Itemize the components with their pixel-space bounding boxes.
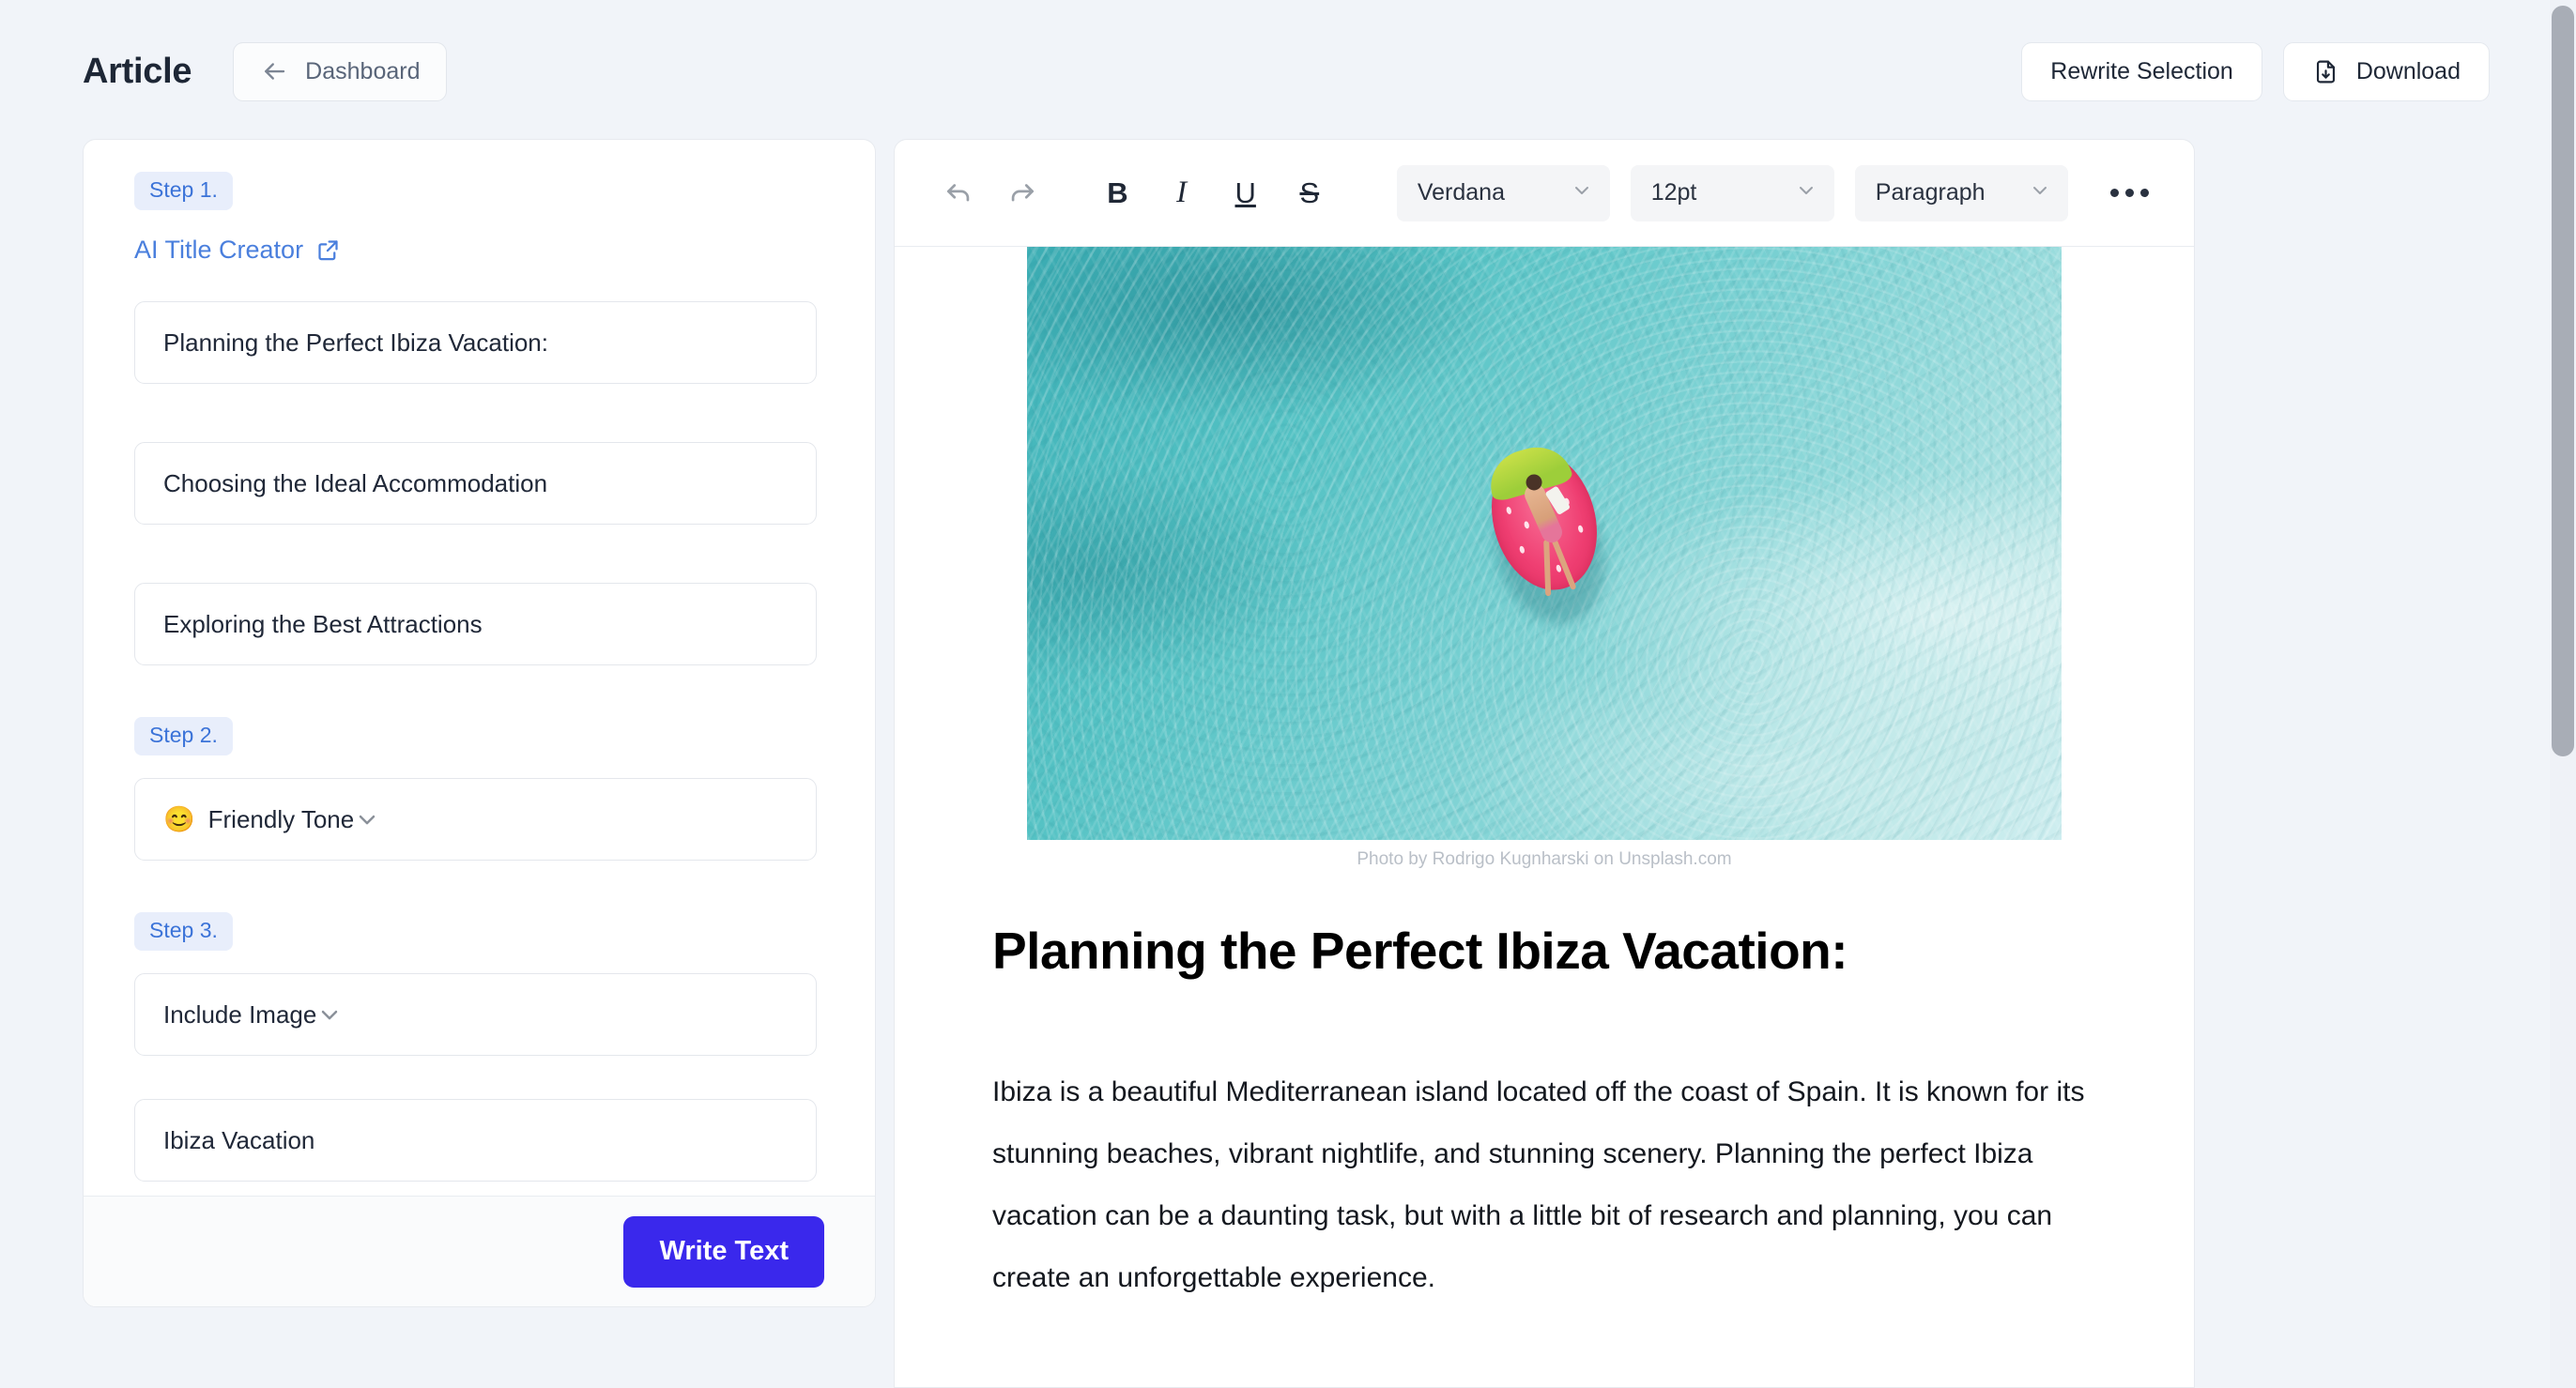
ai-title-creator-label: AI Title Creator [134, 236, 304, 264]
article-heading: Planning the Perfect Ibiza Vacation: [992, 922, 1848, 980]
back-to-dashboard-button[interactable]: Dashboard [233, 41, 448, 101]
page-scrollbar-thumb[interactable] [2552, 6, 2574, 756]
step-2-badge: Step 2. [134, 717, 233, 755]
chevron-down-icon [1552, 178, 1593, 207]
article-body: Planning the Perfect Ibiza Vacation: Ibi… [895, 921, 2194, 1309]
document-download-icon [2312, 58, 2339, 85]
write-text-button[interactable]: Write Text [623, 1215, 824, 1288]
app-header: Article Dashboard Rewrite Selection Down… [0, 0, 2550, 143]
arrow-left-icon [260, 57, 288, 85]
strikethrough-button[interactable]: S [1281, 164, 1338, 222]
page-scrollbar[interactable] [2550, 0, 2576, 1388]
redo-button[interactable] [994, 164, 1050, 222]
include-image-select[interactable]: Include Image [134, 973, 817, 1056]
include-image-select-value: Include Image [163, 999, 317, 1029]
download-button[interactable]: Download [2282, 41, 2490, 101]
step-3-badge: Step 3. [134, 912, 233, 951]
hero-figure: Photo by Rodrigo Kugnharski on Unsplash.… [895, 247, 2194, 870]
italic-button[interactable]: I [1153, 164, 1209, 222]
hero-image [1027, 247, 2062, 840]
document-canvas[interactable]: Photo by Rodrigo Kugnharski on Unsplash.… [895, 247, 2194, 1387]
download-button-label: Download [2355, 57, 2461, 84]
more-options-button[interactable] [2102, 164, 2158, 222]
header-actions: Rewrite Selection Download [2021, 41, 2490, 101]
undo-button[interactable] [930, 164, 987, 222]
article-paragraph: Ibiza is a beautiful Mediterranean islan… [992, 1076, 2085, 1293]
tone-select-value: Friendly Tone [207, 804, 355, 833]
tone-select[interactable]: 😊 Friendly Tone [134, 778, 817, 861]
chevron-down-icon [1776, 178, 1817, 207]
ellipsis-icon [2110, 189, 2150, 197]
editor-toolbar: B I U S Verdana 12pt Paragraph [895, 140, 2194, 247]
watermelon-float [1476, 436, 1621, 637]
underline-button[interactable]: U [1218, 164, 1274, 222]
chevron-down-icon [316, 1001, 343, 1028]
title-input-3[interactable]: Exploring the Best Attractions [134, 583, 817, 665]
chevron-down-icon [2010, 178, 2051, 207]
title-input-1[interactable]: Planning the Perfect Ibiza Vacation: [134, 301, 817, 384]
rewrite-selection-label: Rewrite Selection [2050, 57, 2233, 84]
smiling-face-icon: 😊 [163, 804, 195, 833]
steps-panel-scroll[interactable]: Step 1. AI Title Creator Planning the Pe… [84, 140, 875, 1306]
ai-title-creator-link[interactable]: AI Title Creator [134, 236, 341, 265]
page-title: Article [83, 51, 192, 91]
title-input-2-value: Choosing the Ideal Accommodation [163, 468, 548, 497]
keyword-input[interactable]: Ibiza Vacation [134, 1099, 817, 1182]
step-1-badge: Step 1. [134, 172, 233, 210]
steps-panel-footer: Write Text [84, 1196, 875, 1306]
redo-icon [1006, 177, 1038, 209]
undo-icon [943, 177, 974, 209]
title-input-2[interactable]: Choosing the Ideal Accommodation [134, 442, 817, 525]
font-size-select[interactable]: 12pt [1630, 164, 1834, 221]
editor-panel: B I U S Verdana 12pt Paragraph Photo by … [894, 139, 2195, 1388]
font-size-value: 12pt [1650, 179, 1697, 206]
title-input-1-value: Planning the Perfect Ibiza Vacation: [163, 328, 548, 357]
block-format-select[interactable]: Paragraph [1854, 164, 2068, 221]
chevron-down-icon [354, 806, 380, 832]
font-family-value: Verdana [1417, 179, 1505, 206]
keyword-input-value: Ibiza Vacation [163, 1125, 315, 1154]
dashboard-button-label: Dashboard [305, 57, 421, 84]
block-format-value: Paragraph [1875, 179, 1986, 206]
external-link-icon [315, 237, 341, 263]
title-input-3-value: Exploring the Best Attractions [163, 609, 483, 638]
rewrite-selection-button[interactable]: Rewrite Selection [2021, 41, 2262, 101]
steps-panel-body: Step 1. AI Title Creator Planning the Pe… [84, 140, 875, 1182]
bold-button[interactable]: B [1089, 164, 1145, 222]
steps-panel: Step 1. AI Title Creator Planning the Pe… [83, 139, 876, 1307]
photo-credit: Photo by Rodrigo Kugnharski on Unsplash.… [1357, 849, 1732, 869]
font-family-select[interactable]: Verdana [1396, 164, 1610, 221]
